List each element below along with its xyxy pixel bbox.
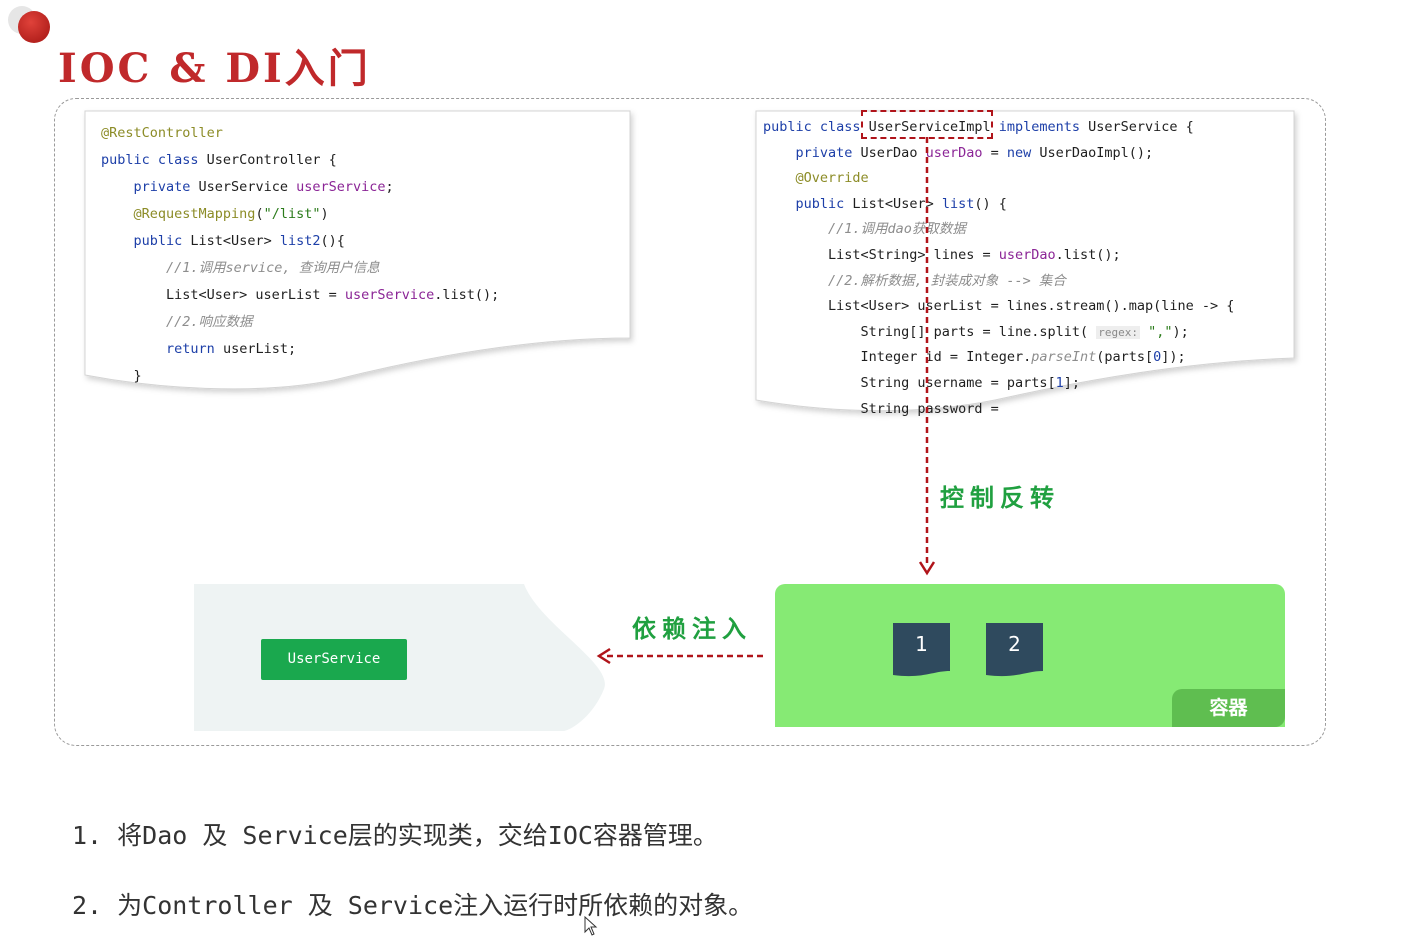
ioc-label: 控制反转: [940, 484, 1060, 512]
bean-1-label: 1: [915, 632, 928, 656]
arrows-layer: [596, 137, 936, 665]
bean-2-label: 2: [1008, 632, 1021, 656]
user-service-badge: UserService: [261, 639, 407, 680]
bullet-1: 1. 将Dao 及 Service层的实现类，交给IOC容器管理。: [72, 821, 718, 850]
container-tag: 容器: [1172, 689, 1285, 727]
di-label: 依赖注入: [632, 615, 752, 643]
bullet-2: 2. 为Controller 及 Service注入运行时所依赖的对象。: [72, 891, 754, 920]
ioc-arrow-head: [918, 561, 936, 576]
mouse-cursor-icon: [584, 916, 598, 936]
